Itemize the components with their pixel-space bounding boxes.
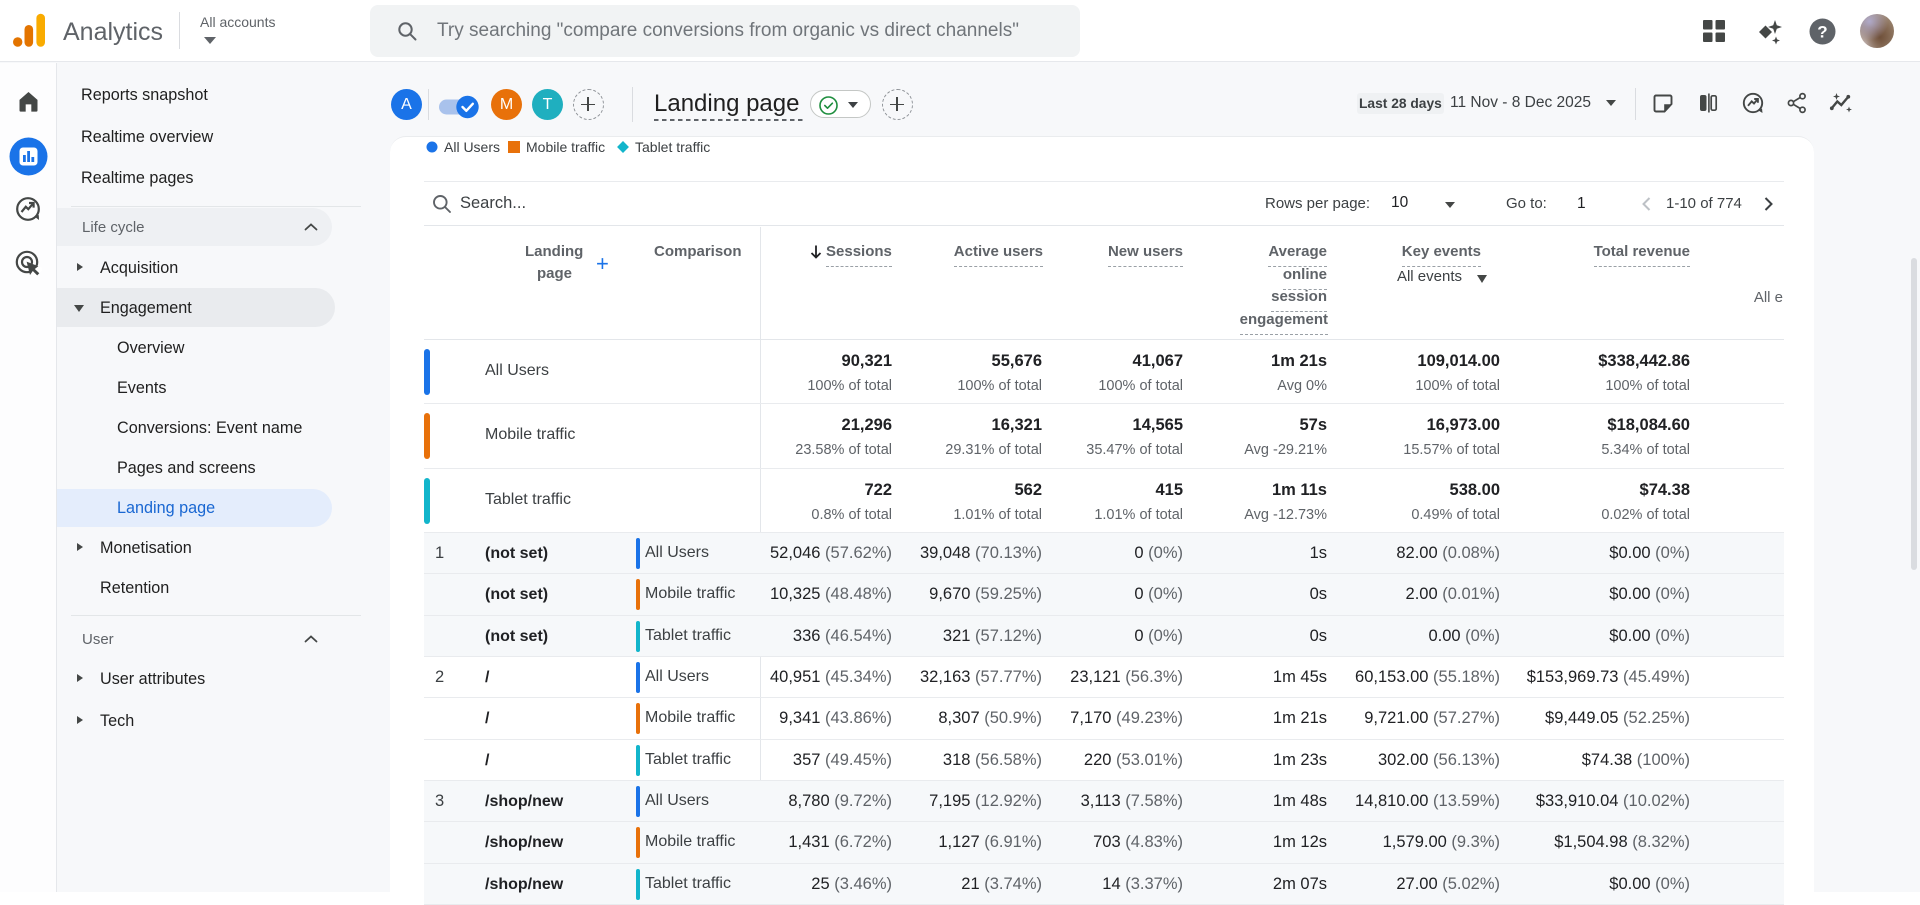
- svg-text:?: ?: [1817, 23, 1827, 42]
